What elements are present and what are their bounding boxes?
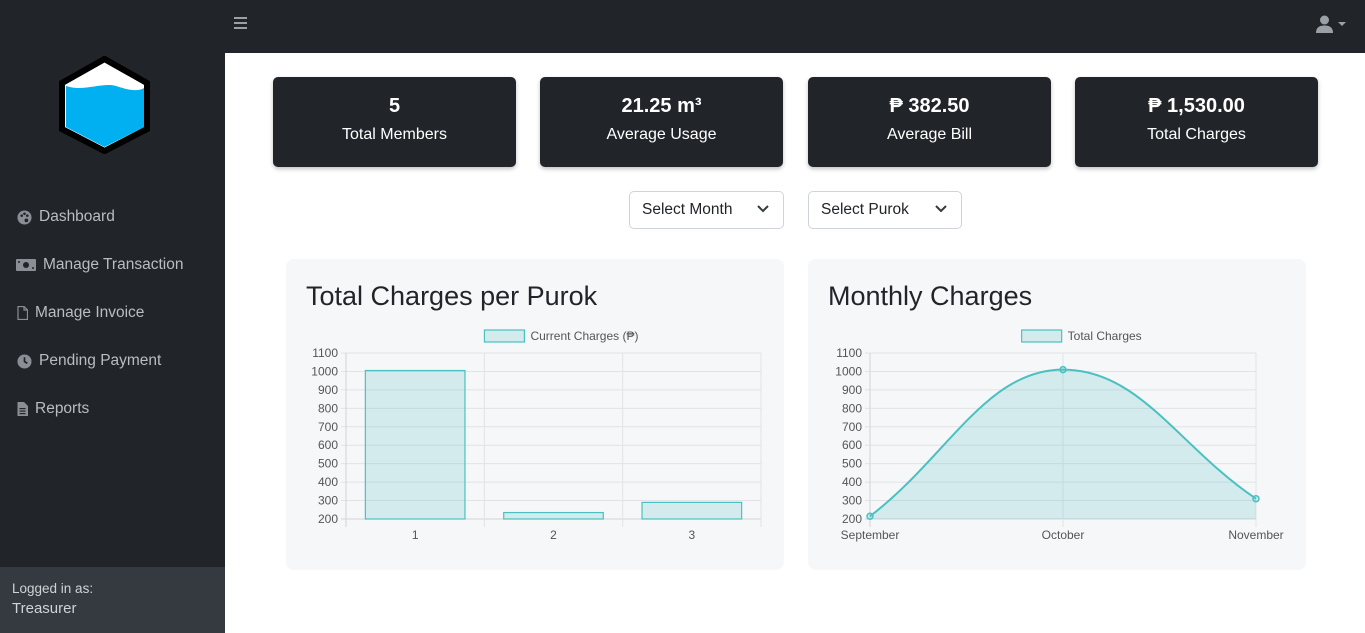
- chevron-down-icon: [757, 205, 769, 213]
- x-tick-label: 1: [412, 528, 419, 542]
- y-tick-label: 700: [842, 420, 862, 434]
- chart-card-monthly-charges: Monthly Charges Total Charges 1100 1000 900…: [808, 259, 1306, 570]
- purok-select[interactable]: Select Purok: [808, 191, 962, 229]
- x-tick-label: September: [841, 528, 900, 542]
- topbar: [225, 0, 1365, 53]
- sidebar-item-label: Dashboard: [39, 208, 115, 225]
- y-tick-label: 500: [318, 457, 338, 471]
- stat-value: ₱ 382.50: [889, 95, 970, 117]
- bars-icon[interactable]: [234, 17, 247, 29]
- chevron-down-icon: [1338, 22, 1346, 26]
- bar: [641, 501, 743, 520]
- bar-chart: Current Charges (₱) 1100 1000 900 800 700 600 5…: [311, 329, 762, 542]
- stat-card-total-charges: ₱ 1,530.00 Total Charges: [1075, 77, 1318, 167]
- chevron-down-icon: [935, 205, 947, 213]
- user-role: Treasurer: [12, 600, 77, 617]
- stat-value: ₱ 1,530.00: [1148, 95, 1245, 117]
- legend-label: Current Charges (₱): [530, 329, 638, 343]
- sidebar-item-dashboard[interactable]: Dashboard: [0, 193, 225, 241]
- y-tick-label: 300: [318, 494, 338, 508]
- file-icon: [15, 304, 29, 322]
- money-bill-icon: [15, 256, 37, 274]
- y-tick-label: 200: [842, 512, 862, 526]
- stat-card-average-usage: 21.25 m³ Average Usage: [540, 77, 783, 167]
- area-fill: [870, 369, 1256, 519]
- chart-card-charges-per-purok: Total Charges per Purok Current Charges …: [286, 259, 784, 570]
- y-tick-label: 800: [318, 401, 338, 415]
- sidebar-item-manage-transaction[interactable]: Manage Transaction: [0, 241, 225, 289]
- bar: [503, 511, 604, 520]
- sidebar: Dashboard Manage Transaction Manage Invo…: [0, 0, 225, 633]
- user-menu[interactable]: [1316, 15, 1346, 33]
- y-tick-label: 400: [318, 475, 338, 489]
- y-tick-label: 800: [842, 401, 862, 415]
- sidebar-item-label: Reports: [35, 400, 90, 417]
- y-tick-label: 1100: [836, 346, 862, 360]
- y-tick-label: 500: [842, 457, 862, 471]
- legend-label: Total Charges: [1068, 329, 1142, 343]
- sidebar-item-label: Pending Payment: [39, 352, 162, 369]
- area-chart: Total Charges 1100 1000 900 800 700 600 500 400 3…: [835, 329, 1283, 542]
- logged-in-label: Logged in as:: [12, 581, 94, 596]
- legend-swatch: [1021, 329, 1063, 343]
- sidebar-item-label: Manage Transaction: [43, 256, 184, 273]
- purok-select-value: Select Purok: [821, 201, 909, 218]
- sidebar-item-pending-payment[interactable]: Pending Payment: [0, 337, 225, 385]
- x-tick-label: October: [1042, 528, 1085, 542]
- y-tick-label: 1100: [312, 346, 338, 360]
- stat-label: Total Members: [342, 126, 447, 143]
- month-select[interactable]: Select Month: [629, 191, 784, 229]
- x-tick-label: November: [1228, 528, 1283, 542]
- sidebar-footer: Logged in as: Treasurer: [0, 567, 225, 633]
- stat-label: Total Charges: [1147, 126, 1246, 143]
- month-select-value: Select Month: [642, 201, 733, 218]
- x-tick-label: 3: [688, 528, 695, 542]
- y-tick-label: 1000: [835, 364, 862, 378]
- y-tick-label: 400: [842, 475, 862, 489]
- stat-value: 21.25 m³: [621, 95, 702, 117]
- sidebar-item-manage-invoice[interactable]: Manage Invoice: [0, 289, 225, 337]
- legend-swatch: [483, 329, 526, 343]
- x-tick-label: 2: [550, 528, 557, 542]
- sidebar-item-label: Manage Invoice: [35, 304, 145, 321]
- stat-label: Average Bill: [886, 126, 973, 143]
- clock-icon: [15, 352, 33, 370]
- palette-icon: [15, 208, 33, 226]
- y-tick-label: 600: [318, 438, 338, 452]
- sidebar-item-reports[interactable]: Reports: [0, 385, 225, 433]
- file-alt-icon: [15, 400, 29, 418]
- data-point: [1059, 365, 1067, 374]
- stat-value: 5: [388, 95, 401, 117]
- bar: [364, 369, 466, 520]
- y-tick-label: 200: [318, 512, 338, 526]
- data-point: [1252, 494, 1260, 503]
- water-logo: [59, 56, 150, 154]
- stat-card-average-bill: ₱ 382.50 Average Bill: [808, 77, 1051, 167]
- sidebar-nav: Dashboard Manage Transaction Manage Invo…: [0, 193, 225, 433]
- data-point: [866, 512, 874, 520]
- stat-card-total-members: 5 Total Members: [273, 77, 516, 167]
- y-tick-label: 700: [318, 420, 338, 434]
- y-tick-label: 300: [842, 494, 862, 508]
- stat-label: Average Usage: [606, 126, 717, 143]
- y-tick-label: 1000: [311, 364, 338, 378]
- user-icon: [1316, 15, 1333, 33]
- y-tick-label: 900: [842, 383, 862, 397]
- y-tick-label: 600: [842, 438, 862, 452]
- y-tick-label: 900: [318, 383, 338, 397]
